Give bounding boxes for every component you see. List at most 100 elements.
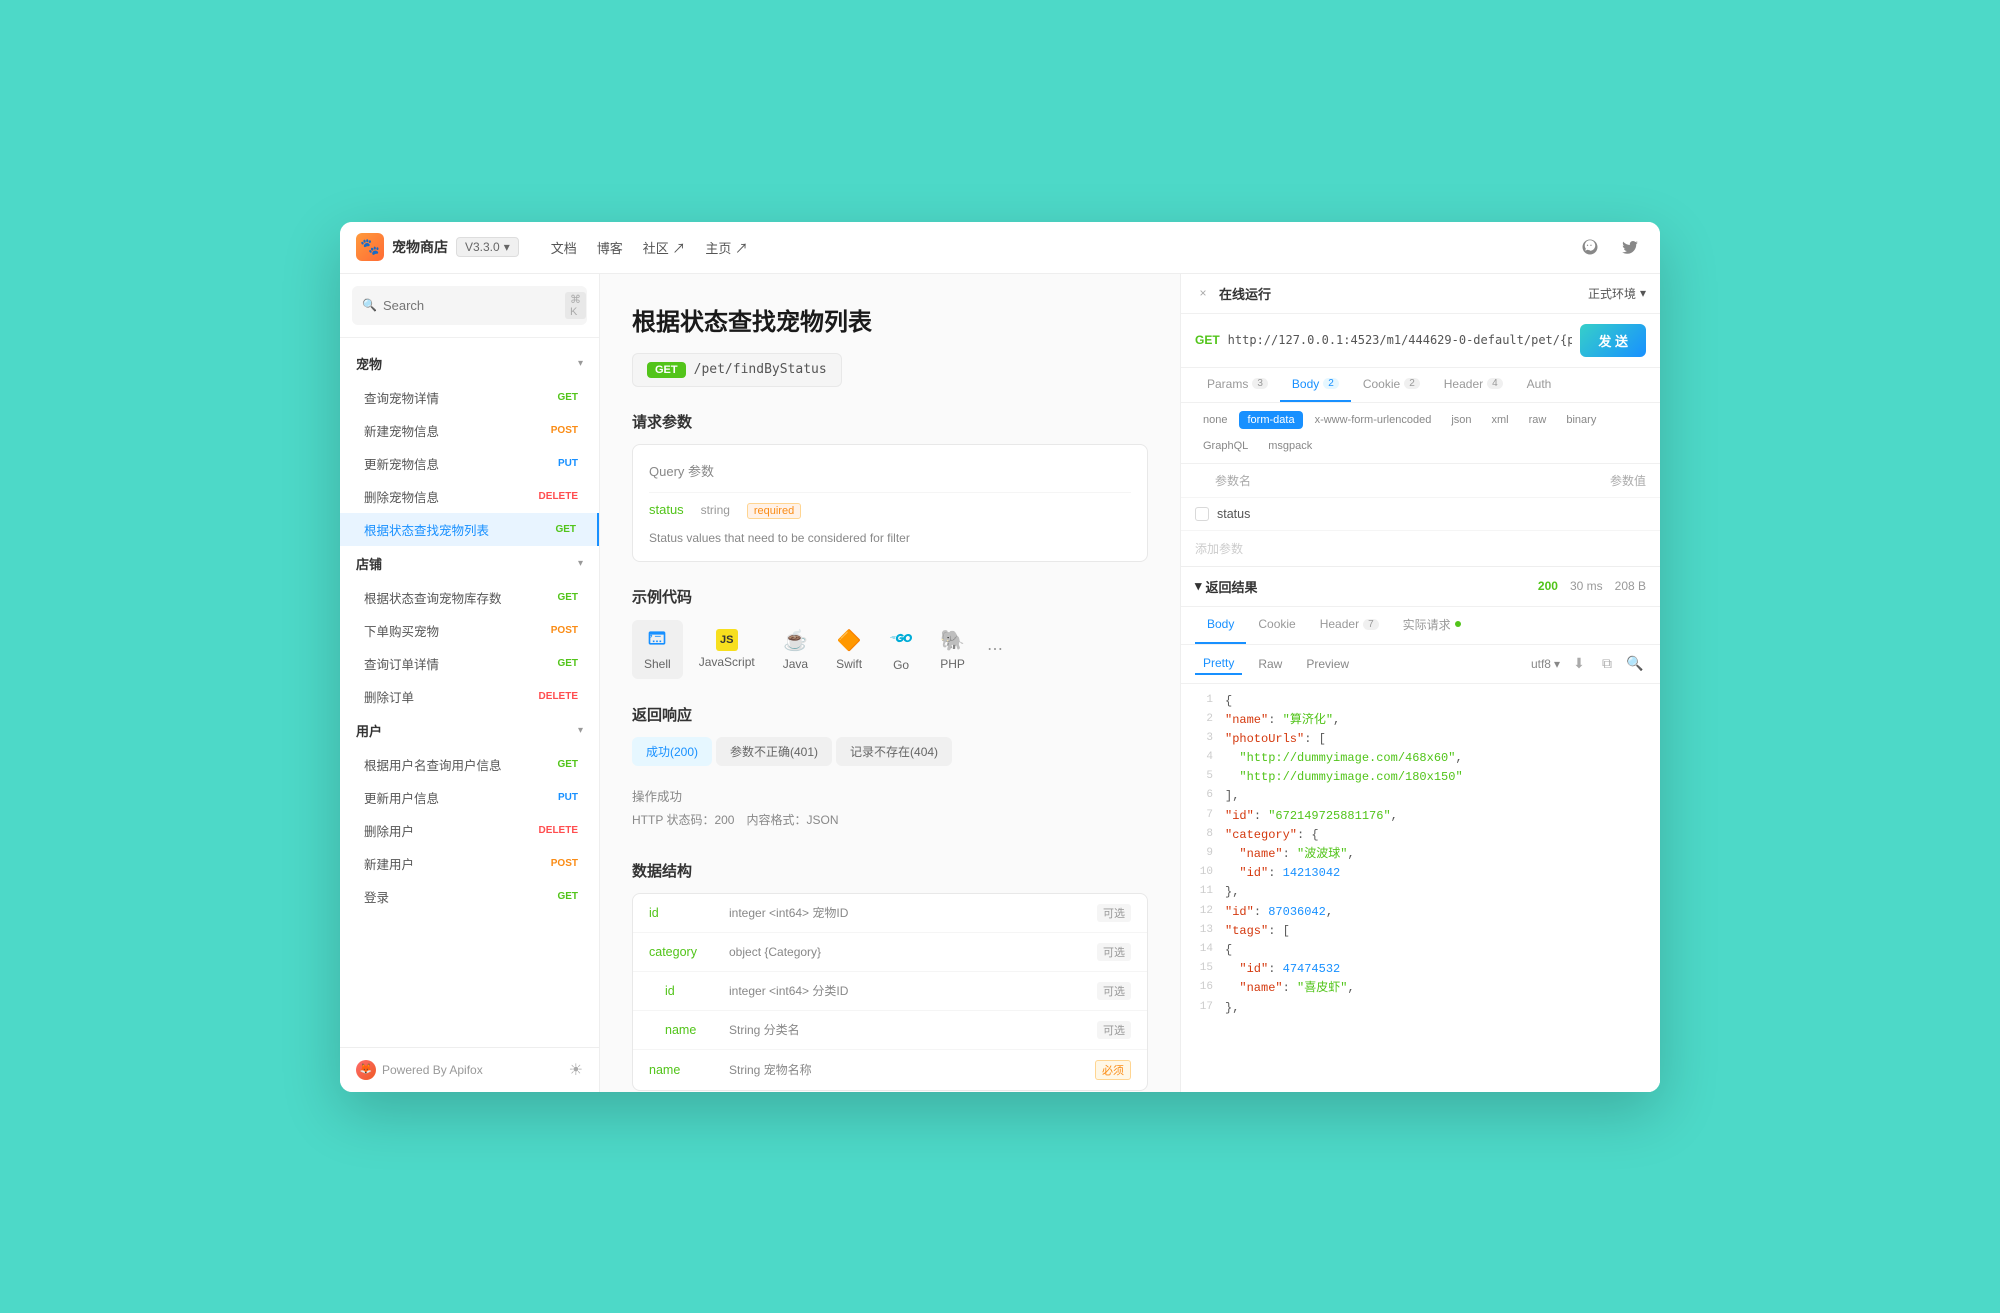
tab-swift[interactable]: 🔶 Swift (824, 620, 874, 679)
sidebar-item-pet-find[interactable]: 根据状态查找宠物列表 GET (340, 513, 599, 546)
search-shortcut: ⌘ K (565, 292, 586, 319)
swift-icon: 🔶 (837, 628, 862, 653)
fmt-form-data[interactable]: form-data (1239, 411, 1302, 429)
response-section: 返回响应 成功(200) 参数不正确(401) 记录不存在(404) 操作成功 … (632, 704, 1148, 836)
encoding-select[interactable]: utf8 ▾ (1531, 657, 1560, 671)
tab-params[interactable]: Params 3 (1195, 368, 1280, 402)
fmt-json[interactable]: json (1443, 411, 1479, 429)
logo-icon: 🐾 (356, 233, 384, 261)
sidebar: 🔍 ⌘ K 宠物 ▾ 查询宠物详情 GET 新建宠物信息 POST (340, 274, 600, 1092)
sidebar-item-store-order[interactable]: 下单购买宠物 POST (340, 614, 599, 647)
fmt-raw[interactable]: raw (1521, 411, 1555, 429)
url-bar: GET 发 送 (1181, 314, 1660, 368)
endpoint-badge: GET /pet/findByStatus (632, 353, 842, 387)
sidebar-item-store-order-detail[interactable]: 查询订单详情 GET (340, 647, 599, 680)
section-header-user[interactable]: 用户 ▾ (340, 713, 599, 748)
resp-stats: 200 30 ms 208 B (1538, 579, 1646, 593)
method-tag: GET (647, 362, 686, 378)
fmt-msgpack[interactable]: msgpack (1260, 437, 1320, 455)
apifox-icon: 🦊 (356, 1060, 376, 1080)
env-selector[interactable]: 正式环境 ▾ (1588, 285, 1646, 302)
tab-cookie[interactable]: Cookie 2 (1351, 368, 1432, 402)
right-panel: × 在线运行 正式环境 ▾ GET 发 送 Params 3 (1180, 274, 1660, 1092)
twitter-icon[interactable] (1616, 233, 1644, 261)
param-checkbox[interactable] (1195, 507, 1209, 521)
more-tabs-button[interactable]: ⋯ (981, 635, 1009, 663)
ds-row-id: id integer <int64> 宠物ID 可选 (633, 894, 1147, 933)
resp-tab-body[interactable]: Body (1195, 607, 1246, 644)
send-button[interactable]: 发 送 (1580, 324, 1646, 357)
sidebar-item-pet-update[interactable]: 更新宠物信息 PUT (340, 447, 599, 480)
tab-body[interactable]: Body 2 (1280, 368, 1351, 402)
section-header-pets[interactable]: 宠物 ▾ (340, 346, 599, 381)
request-panel: × 在线运行 正式环境 ▾ GET 发 送 Params 3 (1181, 274, 1660, 567)
tab-php[interactable]: 🐘 PHP (928, 620, 977, 679)
sidebar-item-store-inventory[interactable]: 根据状态查询宠物库存数 GET (340, 581, 599, 614)
view-pretty[interactable]: Pretty (1195, 653, 1242, 675)
param-name: status (649, 502, 684, 517)
param-description: Status values that need to be considered… (649, 531, 1131, 545)
copy-button[interactable]: ⧉ (1596, 653, 1618, 675)
download-button[interactable]: ⬇ (1568, 653, 1590, 675)
sidebar-item-store-order-delete[interactable]: 删除订单 DELETE (340, 680, 599, 713)
search-input[interactable] (383, 298, 559, 313)
tab-header[interactable]: Header 4 (1432, 368, 1515, 402)
nav-community[interactable]: 社区 ↗ (643, 238, 686, 257)
request-tabs: Params 3 Body 2 Cookie 2 Header 4 Auth (1181, 368, 1660, 403)
app-container: 🐾 宠物商店 V3.3.0 ▾ 文档 博客 社区 ↗ 主页 ↗ (340, 222, 1660, 1092)
sidebar-item-user-login[interactable]: 登录 GET (340, 880, 599, 913)
sidebar-item-user-delete[interactable]: 删除用户 DELETE (340, 814, 599, 847)
sidebar-item-pet-detail[interactable]: 查询宠物详情 GET (340, 381, 599, 414)
resp-tab-header[interactable]: Header 7 (1308, 607, 1391, 644)
collapse-icon[interactable]: ▾ (1195, 578, 1202, 594)
sidebar-item-pet-new[interactable]: 新建宠物信息 POST (340, 414, 599, 447)
fmt-binary[interactable]: binary (1558, 411, 1604, 429)
data-structure: 数据结构 id integer <int64> 宠物ID 可选 category… (632, 860, 1148, 1091)
resp-tab-404[interactable]: 记录不存在(404) (836, 737, 952, 766)
search-input-wrap[interactable]: 🔍 ⌘ K (352, 286, 587, 325)
nav-home[interactable]: 主页 ↗ (705, 238, 748, 257)
settings-icon[interactable]: ☀ (569, 1060, 583, 1080)
section-label-user: 用户 (356, 721, 382, 740)
params-box: Query 参数 status string required Status v… (632, 444, 1148, 562)
nav-blog[interactable]: 博客 (597, 238, 623, 257)
fmt-xml[interactable]: xml (1484, 411, 1517, 429)
close-button[interactable]: × (1195, 285, 1211, 301)
json-viewer: 1{ 2"name": "算济化", 3"photoUrls": [ 4 "ht… (1181, 684, 1660, 1092)
java-icon: ☕ (783, 628, 808, 653)
resp-tab-cookie[interactable]: Cookie (1246, 607, 1307, 644)
section-header-store[interactable]: 店铺 ▾ (340, 546, 599, 581)
url-input[interactable] (1228, 333, 1573, 347)
ds-title: 数据结构 (632, 860, 1148, 881)
tab-go[interactable]: Go (878, 619, 924, 680)
version-chevron-icon: ▾ (504, 240, 510, 254)
fmt-urlencoded[interactable]: x-www-form-urlencoded (1307, 411, 1440, 429)
fmt-none[interactable]: none (1195, 411, 1235, 429)
resp-tab-200[interactable]: 成功(200) (632, 737, 712, 766)
javascript-icon: JS (716, 629, 738, 651)
add-param-row[interactable]: 添加参数 (1181, 531, 1660, 566)
tab-shell[interactable]: Shell (632, 620, 683, 679)
version-selector[interactable]: V3.3.0 ▾ (456, 237, 519, 257)
sidebar-item-user-update[interactable]: 更新用户信息 PUT (340, 781, 599, 814)
resp-status: HTTP 状态码：200 内容格式：JSON (632, 811, 1148, 828)
wechat-icon[interactable] (1576, 233, 1604, 261)
nav-links: 文档 博客 社区 ↗ 主页 ↗ (551, 238, 748, 257)
tab-auth[interactable]: Auth (1515, 368, 1564, 402)
response-panel: ▾ 返回结果 200 30 ms 208 B Body Cookie Heade… (1181, 567, 1660, 1092)
tab-java[interactable]: ☕ Java (771, 620, 820, 679)
sidebar-item-user-query[interactable]: 根据用户名查询用户信息 GET (340, 748, 599, 781)
fmt-graphql[interactable]: GraphQL (1195, 437, 1256, 455)
tab-javascript[interactable]: JS JavaScript (687, 621, 767, 677)
view-raw[interactable]: Raw (1250, 654, 1290, 674)
resp-tab-401[interactable]: 参数不正确(401) (716, 737, 832, 766)
search-button[interactable]: 🔍 (1624, 653, 1646, 675)
view-tabs: Pretty Raw Preview utf8 ▾ ⬇ ⧉ 🔍 (1181, 645, 1660, 684)
sidebar-item-pet-delete[interactable]: 删除宠物信息 DELETE (340, 480, 599, 513)
resp-tab-actual-request[interactable]: 实际请求 (1391, 607, 1473, 644)
sidebar-item-user-new[interactable]: 新建用户 POST (340, 847, 599, 880)
param-row-status: status (1181, 498, 1660, 531)
view-preview[interactable]: Preview (1298, 654, 1357, 674)
ds-row-category: category object {Category} 可选 (633, 933, 1147, 972)
nav-docs[interactable]: 文档 (551, 238, 577, 257)
